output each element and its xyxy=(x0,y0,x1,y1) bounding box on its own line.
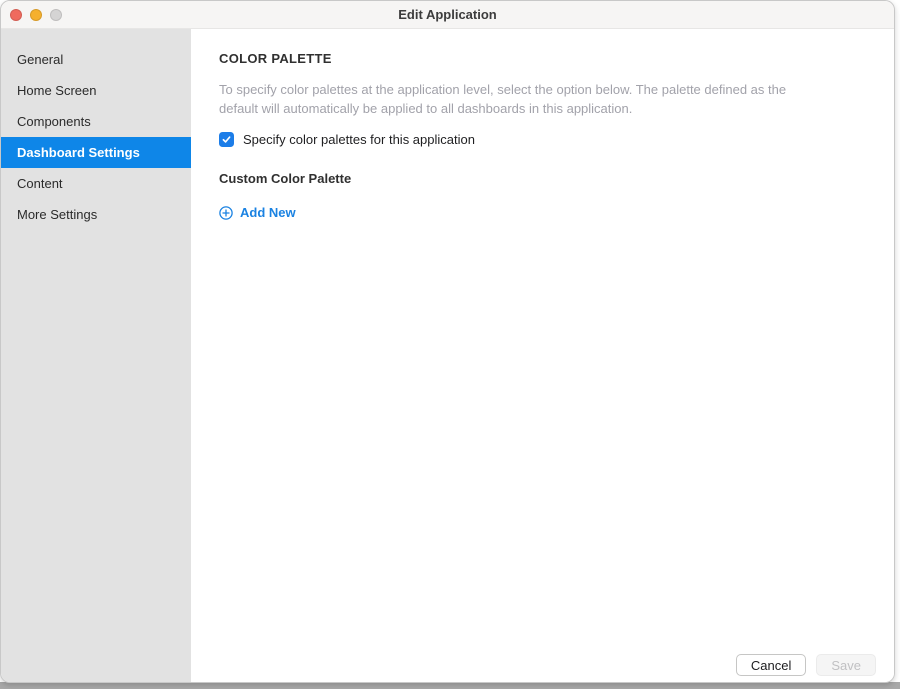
section-title: COLOR PALETTE xyxy=(219,51,866,66)
close-button[interactable] xyxy=(10,9,22,21)
sidebar-item-general[interactable]: General xyxy=(1,44,191,75)
sidebar-item-components[interactable]: Components xyxy=(1,106,191,137)
section-description: To specify color palettes at the applica… xyxy=(219,80,811,118)
zoom-button xyxy=(50,9,62,21)
sidebar-item-content[interactable]: Content xyxy=(1,168,191,199)
titlebar: Edit Application xyxy=(1,1,894,29)
specify-palettes-checkbox-label: Specify color palettes for this applicat… xyxy=(243,132,475,147)
traffic-lights xyxy=(10,9,62,21)
sidebar: General Home Screen Components Dashboard… xyxy=(1,29,191,682)
footer-actions: Cancel Save xyxy=(736,654,876,676)
backdrop-strip xyxy=(0,682,900,689)
window-body: General Home Screen Components Dashboard… xyxy=(1,29,894,682)
sidebar-item-more-settings[interactable]: More Settings xyxy=(1,199,191,230)
add-new-button[interactable]: Add New xyxy=(219,205,296,220)
save-button[interactable]: Save xyxy=(816,654,876,676)
sidebar-item-home-screen[interactable]: Home Screen xyxy=(1,75,191,106)
cancel-button[interactable]: Cancel xyxy=(736,654,806,676)
minimize-button[interactable] xyxy=(30,9,42,21)
checkbox-checked-icon[interactable] xyxy=(219,132,234,147)
add-new-label: Add New xyxy=(240,205,296,220)
main-panel: COLOR PALETTE To specify color palettes … xyxy=(191,29,894,682)
circled-plus-icon xyxy=(219,206,233,220)
edit-application-dialog: Edit Application General Home Screen Com… xyxy=(0,0,895,683)
specify-palettes-checkbox-row[interactable]: Specify color palettes for this applicat… xyxy=(219,132,866,147)
subsection-title: Custom Color Palette xyxy=(219,171,866,186)
sidebar-item-dashboard-settings[interactable]: Dashboard Settings xyxy=(1,137,191,168)
window-title: Edit Application xyxy=(398,7,496,22)
